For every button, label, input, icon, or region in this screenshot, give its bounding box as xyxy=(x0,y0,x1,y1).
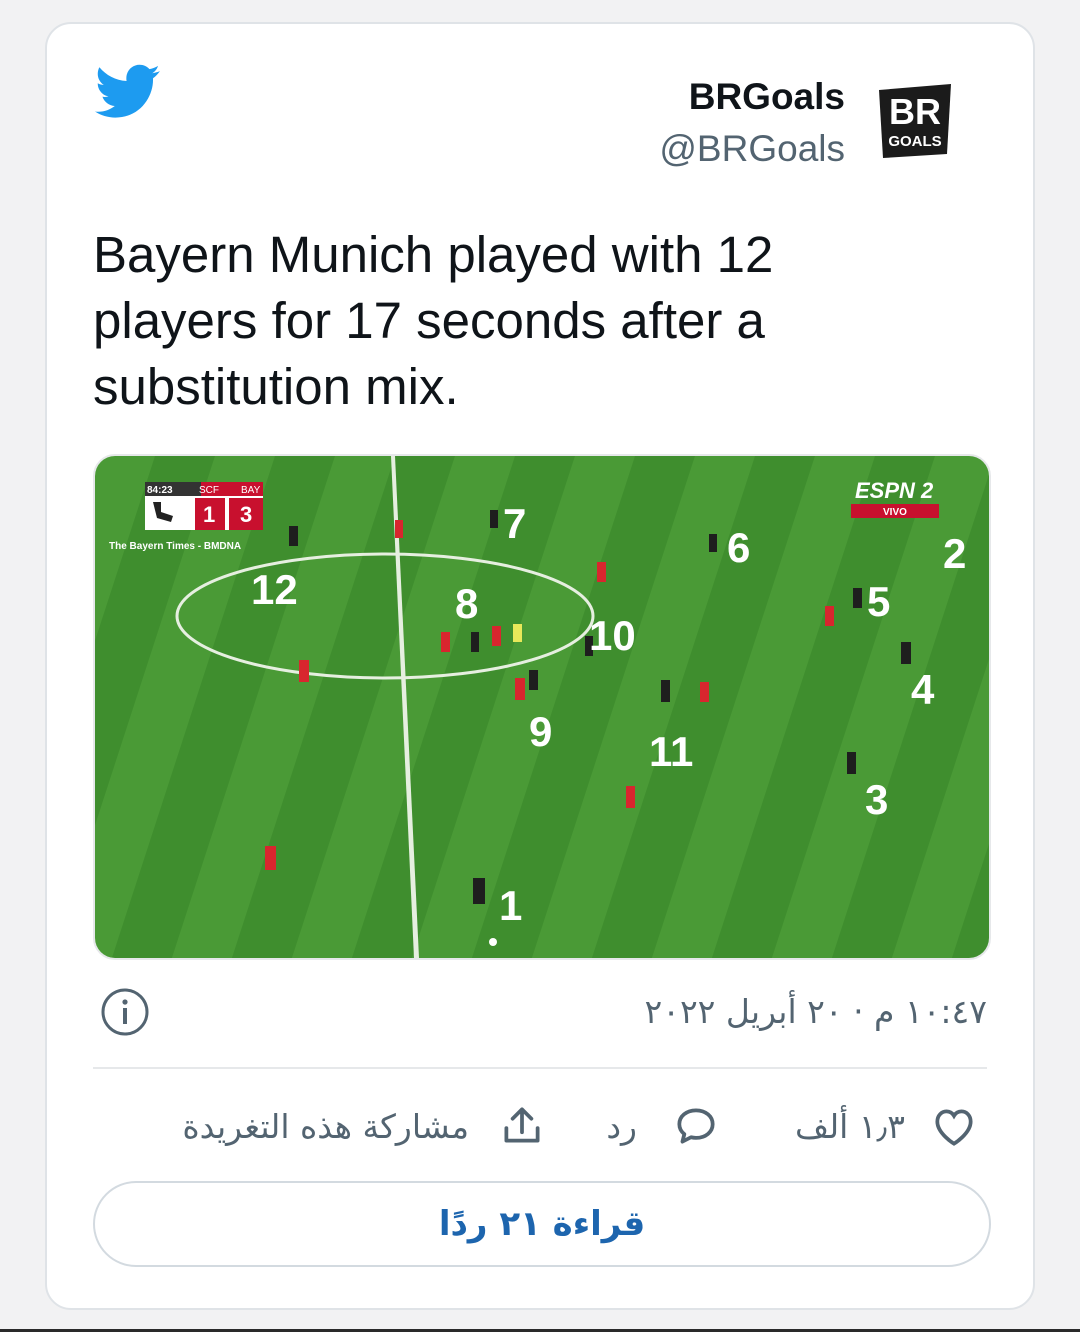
player-number-7: 7 xyxy=(503,500,526,547)
divider xyxy=(93,1067,987,1069)
author-block[interactable]: BRGoals @BRGoals xyxy=(659,76,845,170)
twitter-bird-icon[interactable] xyxy=(95,64,161,120)
scoreboard-away: BAY xyxy=(241,485,261,496)
avatar-logo-text: BR xyxy=(889,91,941,132)
player-number-10: 10 xyxy=(589,612,636,659)
author-name[interactable]: BRGoals xyxy=(659,76,845,118)
tweet-timestamp[interactable]: ١٠:٤٧ م · ٢٠ أبريل ٢٠٢٢ xyxy=(645,986,988,1038)
scoreboard-time: 84:23 xyxy=(147,485,173,496)
share-button[interactable]: مشاركة هذه التغريدة xyxy=(182,1096,547,1156)
player-number-9: 9 xyxy=(529,708,552,755)
player-number-8: 8 xyxy=(455,580,478,627)
heart-icon xyxy=(935,1109,973,1146)
read-replies-button[interactable]: قراءة ٢١ ردًا xyxy=(93,1181,991,1267)
image-credit: The Bayern Times - BMDNA xyxy=(109,541,241,552)
player-number-3: 3 xyxy=(865,776,888,823)
share-label: مشاركة هذه التغريدة xyxy=(182,1106,469,1146)
player-number-6: 6 xyxy=(727,524,750,571)
like-button[interactable]: ١٫٣ ألف xyxy=(795,1096,979,1156)
avatar[interactable]: BR GOALS xyxy=(857,60,977,180)
like-count: ١٫٣ ألف xyxy=(794,1106,905,1146)
reply-button[interactable]: رد xyxy=(606,1096,721,1156)
tweet-text: Bayern Munich played with 12 players for… xyxy=(93,226,774,415)
info-icon[interactable] xyxy=(99,986,151,1038)
scoreboard-home-score: 1 xyxy=(203,502,215,527)
player-number-11: 11 xyxy=(649,728,693,775)
share-upload-icon xyxy=(504,1107,540,1143)
scoreboard-home: SCF xyxy=(199,485,219,496)
vivo-tag: VIVO xyxy=(883,507,907,518)
player-number-5: 5 xyxy=(867,578,890,625)
espn-logo: ESPN 2 xyxy=(855,478,934,503)
author-handle[interactable]: @BRGoals xyxy=(659,128,845,170)
avatar-logo-subtext: GOALS xyxy=(888,133,941,150)
player-number-1: 1 xyxy=(499,882,522,929)
scoreboard-away-score: 3 xyxy=(240,502,252,527)
reply-bubble-icon xyxy=(677,1108,715,1144)
reply-label: رد xyxy=(606,1106,637,1146)
player-number-2: 2 xyxy=(943,530,966,577)
tweet-media-image[interactable]: 84:23 SCF BAY 1 3 The Bayern Times - BMD… xyxy=(93,454,991,960)
player-number-4: 4 xyxy=(911,666,935,713)
tweet-card: BRGoals @BRGoals BR GOALS Bayern Munich … xyxy=(45,22,1035,1310)
player-number-12: 12 xyxy=(251,566,298,613)
